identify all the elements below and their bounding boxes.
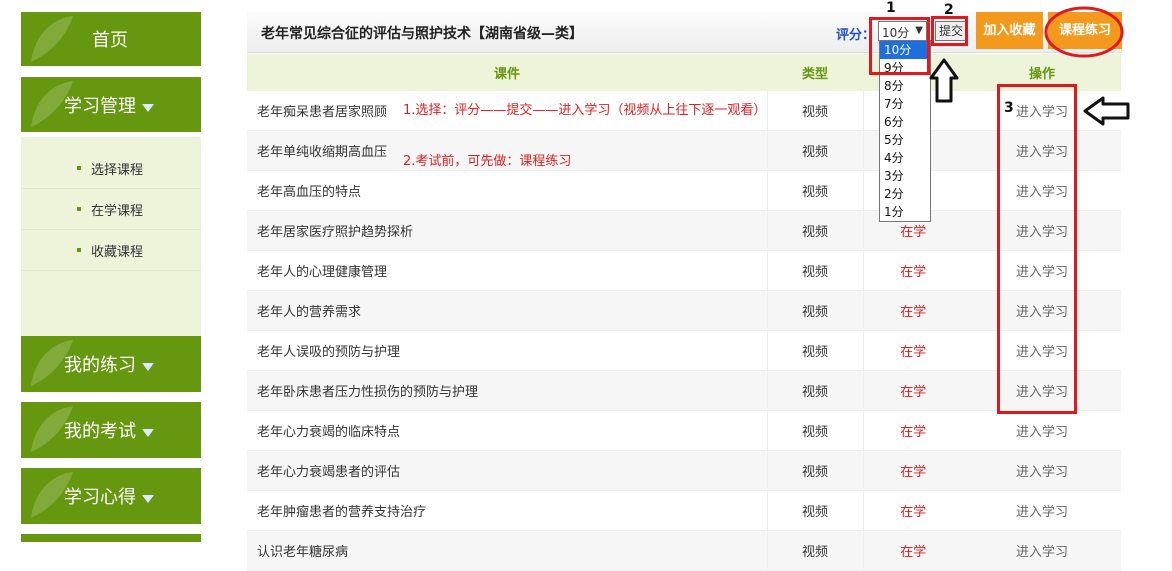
highlight-circle-practice — [1044, 6, 1124, 58]
arrow-left-icon — [1083, 96, 1130, 126]
annotation-layer — [929, 6, 1130, 126]
arrow-up-icon — [929, 58, 959, 103]
